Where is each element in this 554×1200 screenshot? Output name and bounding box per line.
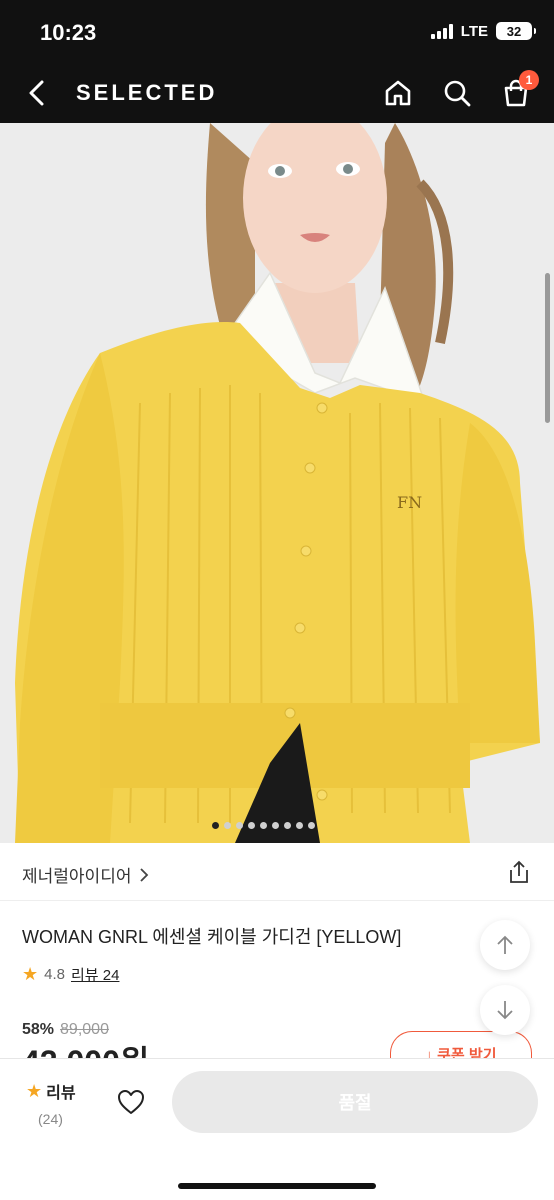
share-button[interactable] <box>506 859 532 885</box>
gallery-dot[interactable] <box>224 822 231 829</box>
review-top: ★ 리뷰 <box>26 1079 96 1103</box>
brand-link[interactable]: 제너럴아이디어 <box>22 862 149 887</box>
rating-score: 4.8 <box>44 966 65 983</box>
cart-badge: 1 <box>519 70 539 90</box>
gallery-dot[interactable] <box>236 822 243 829</box>
brand-name: 제너럴아이디어 <box>22 867 132 886</box>
scroll-top-button[interactable] <box>480 920 530 970</box>
svg-text:FN: FN <box>397 493 422 512</box>
battery-icon: 32 <box>496 22 536 40</box>
brand-logo[interactable]: SELECTED <box>76 80 217 106</box>
gallery-dot[interactable] <box>284 822 291 829</box>
star-icon: ★ <box>26 1080 43 1101</box>
gallery-dot[interactable] <box>272 822 279 829</box>
chevron-left-icon <box>29 80 44 106</box>
chevron-right-icon <box>140 867 149 882</box>
gallery-dot[interactable] <box>296 822 303 829</box>
heart-icon <box>118 1090 144 1114</box>
star-icon: ★ <box>22 964 39 984</box>
discount-rate: 58% <box>22 1021 55 1038</box>
gallery-dot[interactable] <box>260 822 267 829</box>
signal-icon <box>430 23 453 39</box>
home-indicator <box>178 1183 376 1189</box>
app-header: 10:23 LTE 32 SELECTED 1 <box>0 0 554 123</box>
product-title: WOMAN GNRL 에센셜 케이블 가디건 [YELLOW] <box>22 927 402 947</box>
original-price: 89,000 <box>60 1021 109 1038</box>
navbar: SELECTED 1 <box>0 66 554 123</box>
search-icon <box>444 80 471 107</box>
review-count: (24) <box>38 1111 63 1127</box>
search-button[interactable] <box>440 76 474 110</box>
scroll-bottom-button[interactable] <box>480 985 530 1035</box>
review-summary[interactable]: ★ 리뷰 (24) <box>26 1079 96 1128</box>
arrow-down-icon <box>497 1001 513 1020</box>
network-label: LTE <box>460 22 488 40</box>
cart-button[interactable]: 1 <box>499 70 539 110</box>
page-scrollbar[interactable] <box>545 273 550 423</box>
gallery-dot[interactable] <box>308 822 315 829</box>
home-button[interactable] <box>381 76 415 110</box>
model-photo: FN <box>0 123 554 843</box>
arrow-up-icon <box>497 935 513 954</box>
wishlist-button[interactable] <box>116 1087 146 1117</box>
product-image[interactable]: FN <box>0 123 554 843</box>
status-time: 10:23 <box>40 20 97 45</box>
status-bar: 10:23 LTE 32 <box>0 0 554 66</box>
status-indicators: LTE 32 <box>430 22 536 40</box>
home-icon <box>385 80 411 106</box>
rating-row: ★ 4.8 리뷰 24 <box>22 964 119 985</box>
back-button[interactable] <box>22 78 52 108</box>
gallery-dot[interactable] <box>212 822 219 829</box>
review-label: 리뷰 <box>46 1085 76 1102</box>
review-link[interactable]: 리뷰 24 <box>71 964 119 985</box>
price-line: 58% 89,000 <box>22 1021 109 1039</box>
brand-row: 제너럴아이디어 <box>0 843 554 901</box>
sold-out-button[interactable]: 품절 <box>172 1071 538 1133</box>
gallery-pagination <box>212 822 315 829</box>
bottom-action-bar: ★ 리뷰 (24) 품절 <box>0 1058 554 1200</box>
share-icon <box>510 860 528 883</box>
gallery-dot[interactable] <box>248 822 255 829</box>
coupon-button[interactable]: ↓ 쿠폰 받기 <box>390 1031 532 1059</box>
